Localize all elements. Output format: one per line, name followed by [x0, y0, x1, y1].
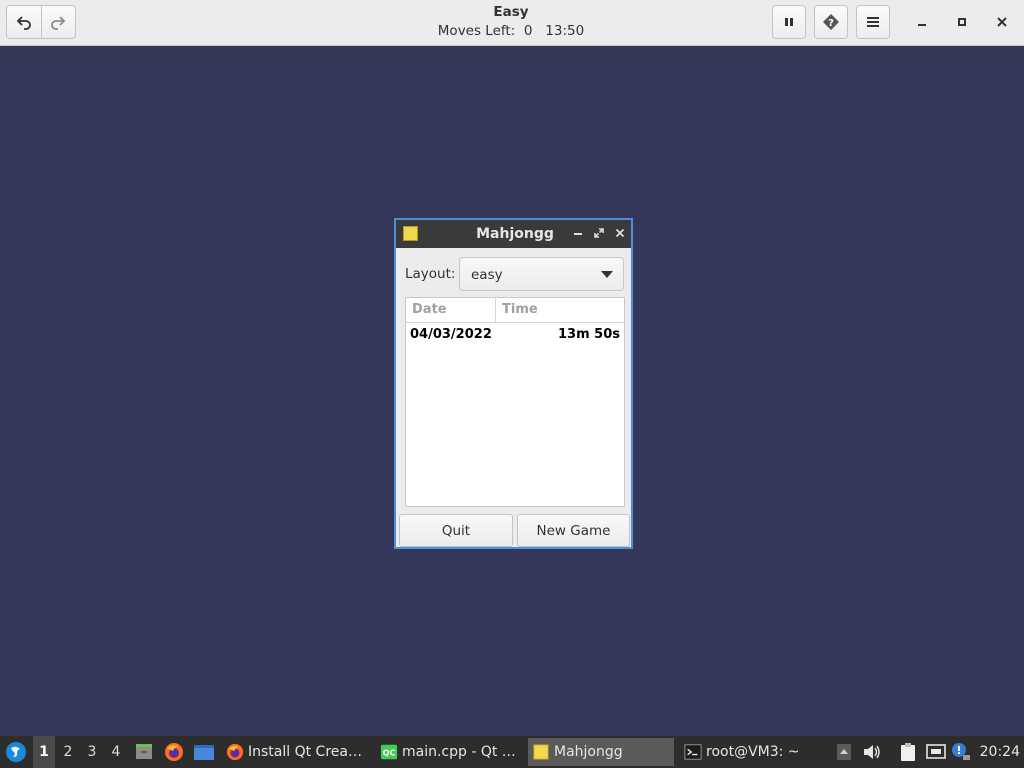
start-menu-button[interactable] — [3, 736, 29, 768]
score-date: 04/03/2022 — [410, 327, 492, 342]
mahjongg-app-icon — [403, 226, 418, 241]
task-install-qt-creator[interactable]: Install Qt Crea… — [222, 738, 370, 766]
undo-button[interactable] — [7, 6, 41, 38]
workspace-1[interactable]: 1 — [33, 736, 55, 768]
file-manager-icon — [136, 744, 152, 759]
tray-expand-button[interactable] — [834, 742, 854, 762]
redo-icon — [51, 16, 66, 30]
close-icon — [615, 228, 625, 238]
show-desktop-icon — [194, 745, 214, 760]
game-status: Moves Left: 0 13:50 — [437, 23, 585, 39]
chevron-down-icon — [601, 271, 613, 278]
svg-text:QC: QC — [383, 748, 396, 758]
workspace-3[interactable]: 3 — [81, 736, 103, 768]
layout-label: Layout: — [405, 266, 456, 282]
firefox-icon — [165, 743, 183, 761]
window-close-button[interactable] — [989, 10, 1015, 34]
layout-select-value: easy — [471, 267, 503, 283]
dialog-maximize-button[interactable] — [591, 225, 607, 241]
task-terminal[interactable]: root@VM3: ~ — [680, 738, 822, 766]
minimize-icon — [574, 233, 582, 235]
redo-button[interactable] — [40, 6, 76, 38]
game-header-bar: Easy Moves Left: 0 13:50 ? — [0, 0, 1024, 46]
main-menu-button[interactable] — [856, 5, 890, 39]
column-separator — [495, 298, 496, 323]
undo-redo-group — [6, 5, 76, 39]
game-title: Easy — [493, 4, 529, 20]
notification-icon — [952, 743, 970, 760]
layout-select[interactable]: easy — [459, 257, 624, 291]
dialog-titlebar[interactable]: Mahjongg — [396, 220, 631, 248]
clock[interactable]: 20:24 — [980, 736, 1020, 768]
desktop-launcher[interactable] — [192, 736, 216, 768]
new-game-button[interactable]: New Game — [517, 514, 630, 547]
terminal-icon — [684, 744, 702, 760]
network-button[interactable] — [926, 742, 946, 762]
task-label: main.cpp - Qt … — [402, 744, 516, 760]
file-manager-launcher[interactable] — [133, 736, 155, 768]
task-label: Mahjongg — [554, 744, 623, 760]
taskbar: 1 2 3 4 Install Qt Crea… QC main.cpp - Q… — [0, 736, 1024, 768]
task-label: Install Qt Crea… — [248, 744, 362, 760]
task-mahjongg[interactable]: Mahjongg — [528, 738, 674, 766]
maximize-icon — [958, 18, 966, 26]
task-label: root@VM3: ~ — [706, 744, 800, 760]
window-maximize-button[interactable] — [949, 10, 975, 34]
notification-button[interactable] — [951, 742, 971, 762]
workspace-4[interactable]: 4 — [105, 736, 127, 768]
maximize-icon — [594, 228, 604, 238]
volume-button[interactable] — [862, 742, 882, 762]
scores-table[interactable]: Date Time 04/03/2022 13m 50s — [405, 297, 625, 507]
workspace-2[interactable]: 2 — [57, 736, 79, 768]
dialog-minimize-button[interactable] — [570, 225, 586, 241]
qt-creator-icon: QC — [380, 744, 398, 760]
table-row[interactable]: 04/03/2022 13m 50s — [406, 325, 624, 347]
chevron-up-icon — [837, 744, 851, 760]
hint-icon: ? — [823, 14, 839, 30]
column-header-time[interactable]: Time — [502, 302, 538, 317]
clipboard-button[interactable] — [898, 742, 918, 762]
quit-button[interactable]: Quit — [399, 514, 513, 547]
hint-button[interactable]: ? — [814, 5, 848, 39]
menu-icon — [867, 17, 879, 27]
minimize-icon — [918, 24, 926, 26]
scores-table-header: Date Time — [406, 298, 624, 323]
window-minimize-button[interactable] — [909, 10, 935, 34]
firefox-launcher[interactable] — [163, 736, 185, 768]
lxqt-logo-icon — [6, 742, 26, 762]
scores-dialog: Mahjongg Layout: easy Date Time 04/03/20… — [394, 218, 633, 549]
score-time: 13m 50s — [558, 327, 620, 342]
undo-icon — [16, 16, 31, 30]
network-icon — [926, 744, 946, 759]
pause-button[interactable] — [772, 5, 806, 39]
close-icon — [997, 17, 1007, 27]
dialog-title: Mahjongg — [476, 226, 554, 242]
column-header-date[interactable]: Date — [412, 302, 447, 317]
task-qt-creator[interactable]: QC main.cpp - Qt … — [376, 738, 521, 766]
dialog-close-button[interactable] — [612, 225, 628, 241]
volume-icon — [864, 745, 880, 759]
mahjongg-icon — [533, 744, 549, 760]
clipboard-icon — [901, 743, 915, 761]
svg-text:?: ? — [828, 18, 834, 29]
pause-icon — [785, 18, 793, 26]
firefox-icon — [226, 743, 244, 761]
